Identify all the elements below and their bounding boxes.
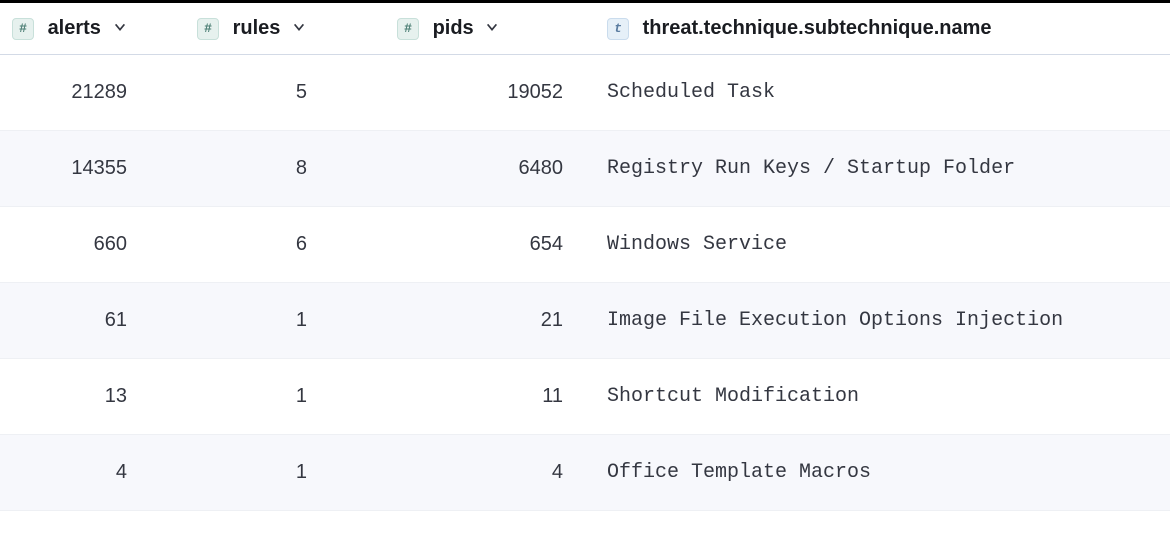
number-type-icon: # — [12, 18, 34, 40]
alerts-cell: 21289 — [0, 55, 185, 131]
chevron-down-icon — [292, 17, 306, 40]
results-table: # alerts # rules # pids — [0, 3, 1170, 511]
rules-cell: 1 — [185, 283, 385, 359]
rules-cell: 5 — [185, 55, 385, 131]
subtechnique-name-cell: Scheduled Task — [595, 55, 1170, 131]
alerts-cell: 13 — [0, 359, 185, 435]
column-header-pids[interactable]: # pids — [385, 3, 595, 55]
rules-cell: 1 — [185, 359, 385, 435]
chevron-down-icon — [485, 17, 499, 40]
column-header-alerts[interactable]: # alerts — [0, 3, 185, 55]
table-row[interactable]: 1435586480Registry Run Keys / Startup Fo… — [0, 131, 1170, 207]
pids-cell: 654 — [385, 207, 595, 283]
subtechnique-name-cell: Shortcut Modification — [595, 359, 1170, 435]
rules-cell: 8 — [185, 131, 385, 207]
table-row[interactable]: 61121Image File Execution Options Inject… — [0, 283, 1170, 359]
table-row[interactable]: 21289519052Scheduled Task — [0, 55, 1170, 131]
column-header-rules[interactable]: # rules — [185, 3, 385, 55]
table-header-row: # alerts # rules # pids — [0, 3, 1170, 55]
subtechnique-name-cell: Registry Run Keys / Startup Folder — [595, 131, 1170, 207]
column-label: alerts — [48, 17, 101, 39]
alerts-cell: 14355 — [0, 131, 185, 207]
alerts-cell: 4 — [0, 435, 185, 511]
pids-cell: 4 — [385, 435, 595, 511]
subtechnique-name-cell: Office Template Macros — [595, 435, 1170, 511]
subtechnique-name-cell: Windows Service — [595, 207, 1170, 283]
pids-cell: 19052 — [385, 55, 595, 131]
text-type-icon: t — [607, 18, 629, 40]
table-row[interactable]: 13111Shortcut Modification — [0, 359, 1170, 435]
chevron-down-icon — [113, 17, 127, 40]
pids-cell: 11 — [385, 359, 595, 435]
number-type-icon: # — [397, 18, 419, 40]
table-body: 21289519052Scheduled Task1435586480Regis… — [0, 55, 1170, 511]
rules-cell: 6 — [185, 207, 385, 283]
alerts-cell: 660 — [0, 207, 185, 283]
pids-cell: 21 — [385, 283, 595, 359]
subtechnique-name-cell: Image File Execution Options Injection — [595, 283, 1170, 359]
column-label: pids — [433, 17, 474, 39]
column-header-subtechnique-name[interactable]: t threat.technique.subtechnique.name — [595, 3, 1170, 55]
column-label: rules — [233, 17, 281, 39]
number-type-icon: # — [197, 18, 219, 40]
table-row[interactable]: 6606654Windows Service — [0, 207, 1170, 283]
table-row[interactable]: 414Office Template Macros — [0, 435, 1170, 511]
column-label: threat.technique.subtechnique.name — [643, 17, 992, 39]
pids-cell: 6480 — [385, 131, 595, 207]
rules-cell: 1 — [185, 435, 385, 511]
alerts-cell: 61 — [0, 283, 185, 359]
